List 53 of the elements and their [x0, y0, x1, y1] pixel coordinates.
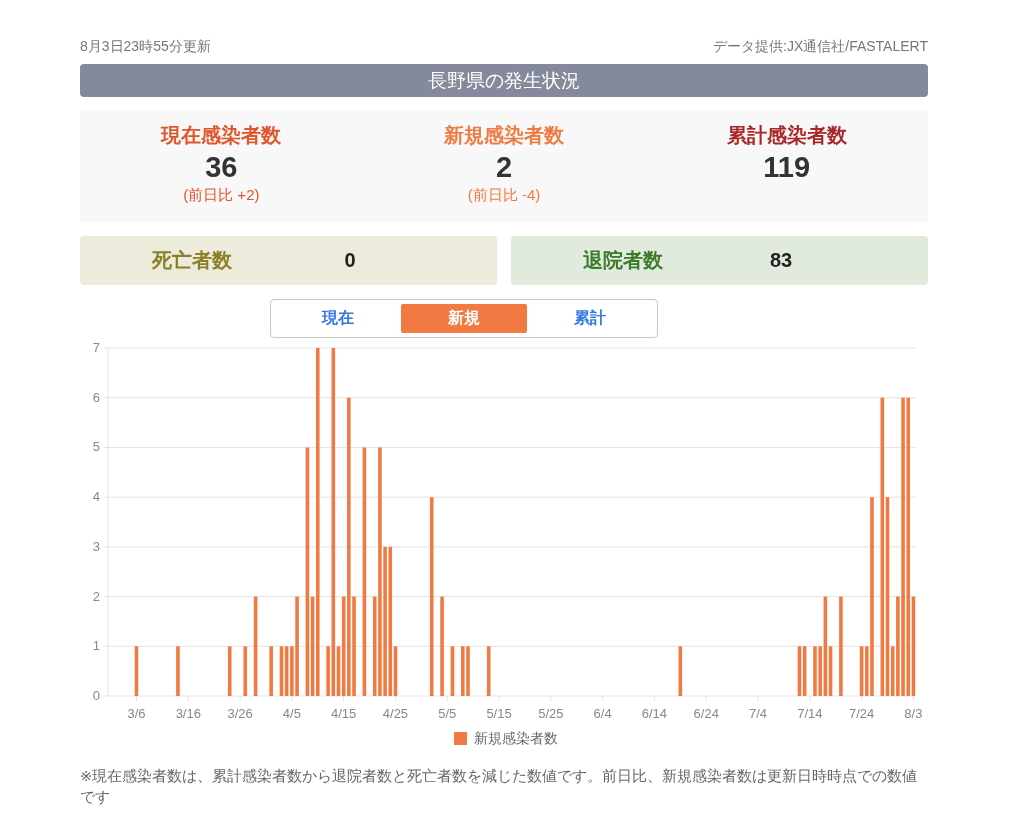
chart-bar: [486, 646, 491, 696]
summary-label: 退院者数: [582, 248, 664, 273]
y-axis-label: 7: [92, 342, 100, 355]
summary-value: 83: [768, 249, 794, 272]
y-axis-label: 6: [92, 389, 100, 405]
legend-swatch: [454, 732, 467, 745]
y-axis-label: 4: [92, 489, 100, 505]
chart-bar: [450, 646, 455, 696]
x-axis-label: 6/4: [593, 706, 612, 721]
stat-label: 現在感染者数: [161, 123, 282, 148]
stat-label: 累計感染者数: [726, 123, 847, 148]
x-axis-label: 3/26: [227, 706, 253, 721]
stat-value: 36: [205, 151, 238, 184]
chart-bar: [176, 646, 180, 696]
x-axis-label: 7/24: [848, 706, 875, 721]
x-axis-label: 5/15: [486, 706, 512, 721]
y-axis-label: 3: [92, 538, 100, 554]
x-axis-label: 5/5: [438, 706, 457, 721]
data-source: データ提供:JX通信社/FASTALERT: [713, 38, 928, 56]
chart-bar: [227, 646, 232, 696]
y-axis-label: 5: [92, 439, 100, 455]
page-title: 長野県の発生状況: [80, 64, 928, 97]
stat-value: 2: [495, 151, 513, 184]
x-axis-label: 5/25: [538, 706, 564, 721]
chart-tab[interactable]: 累計: [527, 304, 653, 333]
x-axis-label: 4/25: [382, 706, 409, 721]
chart-tab[interactable]: 現在: [275, 304, 401, 333]
x-axis-label: 7/4: [749, 706, 768, 721]
chart-bar: [134, 646, 139, 696]
x-axis-label: 4/15: [331, 706, 357, 721]
summary-value: 0: [343, 249, 357, 272]
update-time: 8月3日23時55分更新: [80, 38, 211, 56]
x-axis-label: 6/14: [641, 706, 668, 721]
x-axis-label: 3/6: [127, 706, 146, 721]
legend-label: 新規感染者数: [474, 730, 558, 746]
chart-tab[interactable]: 新規: [401, 304, 527, 333]
x-axis-label: 7/14: [797, 706, 823, 721]
stat-change: (前日比 +2): [183, 186, 260, 205]
footnote: ※現在感染者数は、累計感染者数から退院者数と死亡者数を減じた数値です。前日比、新規感染者数は更新日時時点での数値です: [80, 767, 919, 807]
y-axis-label: 0: [92, 688, 100, 703]
chart-bar: [678, 646, 683, 696]
y-axis-label: 2: [92, 588, 100, 604]
stat-label: 新規感染者数: [444, 123, 564, 148]
stat-value: 119: [763, 151, 811, 184]
x-axis-label: 4/5: [282, 706, 301, 721]
x-axis-label: 6/24: [693, 706, 719, 721]
chart-bar: [269, 646, 273, 696]
stat-change: (前日比 -4): [467, 186, 541, 205]
y-axis-label: 1: [92, 638, 100, 654]
x-axis-label: 3/16: [175, 706, 201, 721]
chart-bar: [243, 646, 248, 696]
summary-label: 死亡者数: [150, 248, 233, 273]
x-axis-label: 8/3: [904, 706, 923, 721]
